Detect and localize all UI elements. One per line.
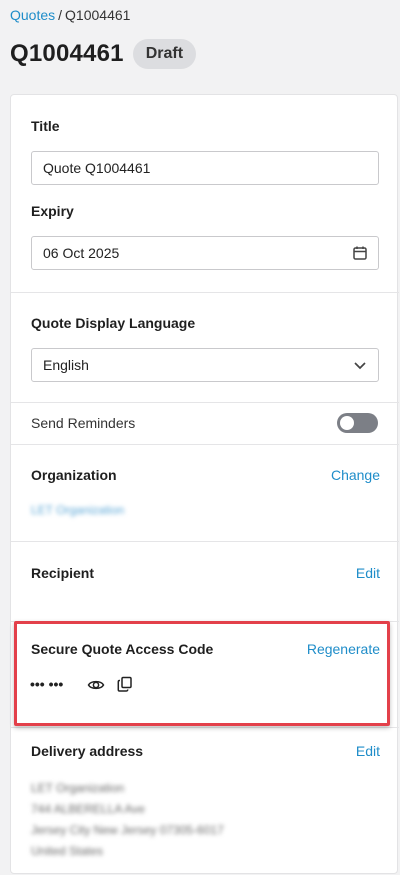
page-title: Q1004461 [10, 40, 124, 67]
breadcrumb-quotes-link[interactable]: Quotes [10, 7, 55, 23]
chevron-down-icon [354, 362, 366, 370]
delivery-edit-link[interactable]: Edit [356, 743, 380, 759]
breadcrumb-separator: / [58, 7, 63, 23]
organization-name[interactable]: LET Organization [31, 503, 124, 517]
delivery-line-2: 744 ALBERELLA Ave [31, 802, 145, 816]
recipient-label: Recipient [31, 565, 95, 581]
breadcrumb: Quotes / Q1004461 [10, 7, 130, 23]
reminders-toggle[interactable] [337, 413, 378, 433]
access-code-highlight [14, 621, 390, 726]
language-label: Quote Display Language [31, 315, 196, 331]
delivery-line-3: Jersey City New Jersey 07305-6017 [31, 823, 224, 837]
toggle-knob [340, 416, 354, 430]
title-expiry-section: Title Quote Q1004461 Expiry 06 Oct 2025 [11, 95, 399, 292]
delivery-line-4: United States [31, 844, 104, 858]
reminders-section: Send Reminders [11, 402, 399, 444]
status-badge: Draft [132, 39, 197, 69]
organization-section: Organization Change LET Organization [11, 444, 399, 541]
reminders-label: Send Reminders [31, 415, 136, 431]
language-section: Quote Display Language English [11, 292, 399, 402]
quote-details-card: Title Quote Q1004461 Expiry 06 Oct 2025 … [10, 94, 399, 875]
page-header: Q1004461 Draft [10, 38, 197, 70]
recipient-edit-link[interactable]: Edit [356, 565, 380, 581]
breadcrumb-current: Q1004461 [65, 7, 131, 23]
delivery-section: Delivery address Edit LET Organization 7… [11, 727, 399, 875]
recipient-section: Recipient Edit [11, 541, 399, 621]
language-selected-value: English [43, 357, 89, 373]
title-input[interactable]: Quote Q1004461 [31, 151, 379, 185]
delivery-label: Delivery address [31, 743, 144, 759]
title-label: Title [31, 118, 60, 134]
calendar-icon[interactable] [352, 245, 368, 261]
organization-change-link[interactable]: Change [331, 467, 380, 483]
expiry-date-input[interactable]: 06 Oct 2025 [31, 236, 379, 270]
delivery-line-1: LET Organization [31, 781, 125, 795]
expiry-label: Expiry [31, 203, 74, 219]
expiry-date-value: 06 Oct 2025 [43, 245, 120, 261]
language-select[interactable]: English [31, 348, 379, 382]
organization-label: Organization [31, 467, 117, 483]
